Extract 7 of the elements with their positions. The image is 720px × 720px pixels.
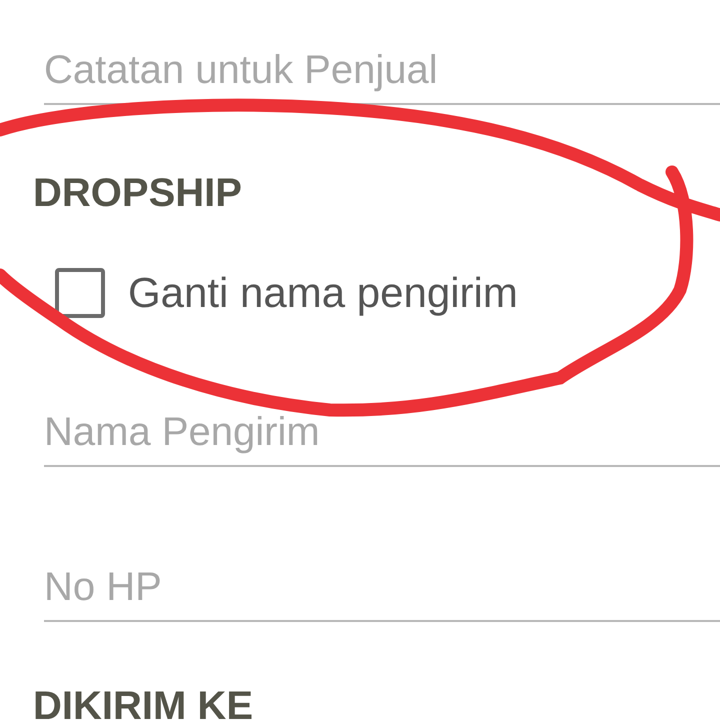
section-heading: DIKIRIM KE (33, 684, 254, 720)
input-field[interactable]: Nama Pengirim (44, 410, 720, 467)
checkbox[interactable] (55, 268, 105, 318)
checkbox-label[interactable]: Ganti nama pengirim (128, 269, 518, 317)
section-heading: DROPSHIP (33, 171, 243, 216)
input-field[interactable]: No HP (44, 565, 720, 622)
notes-field[interactable]: Catatan untuk Penjual (44, 48, 720, 105)
